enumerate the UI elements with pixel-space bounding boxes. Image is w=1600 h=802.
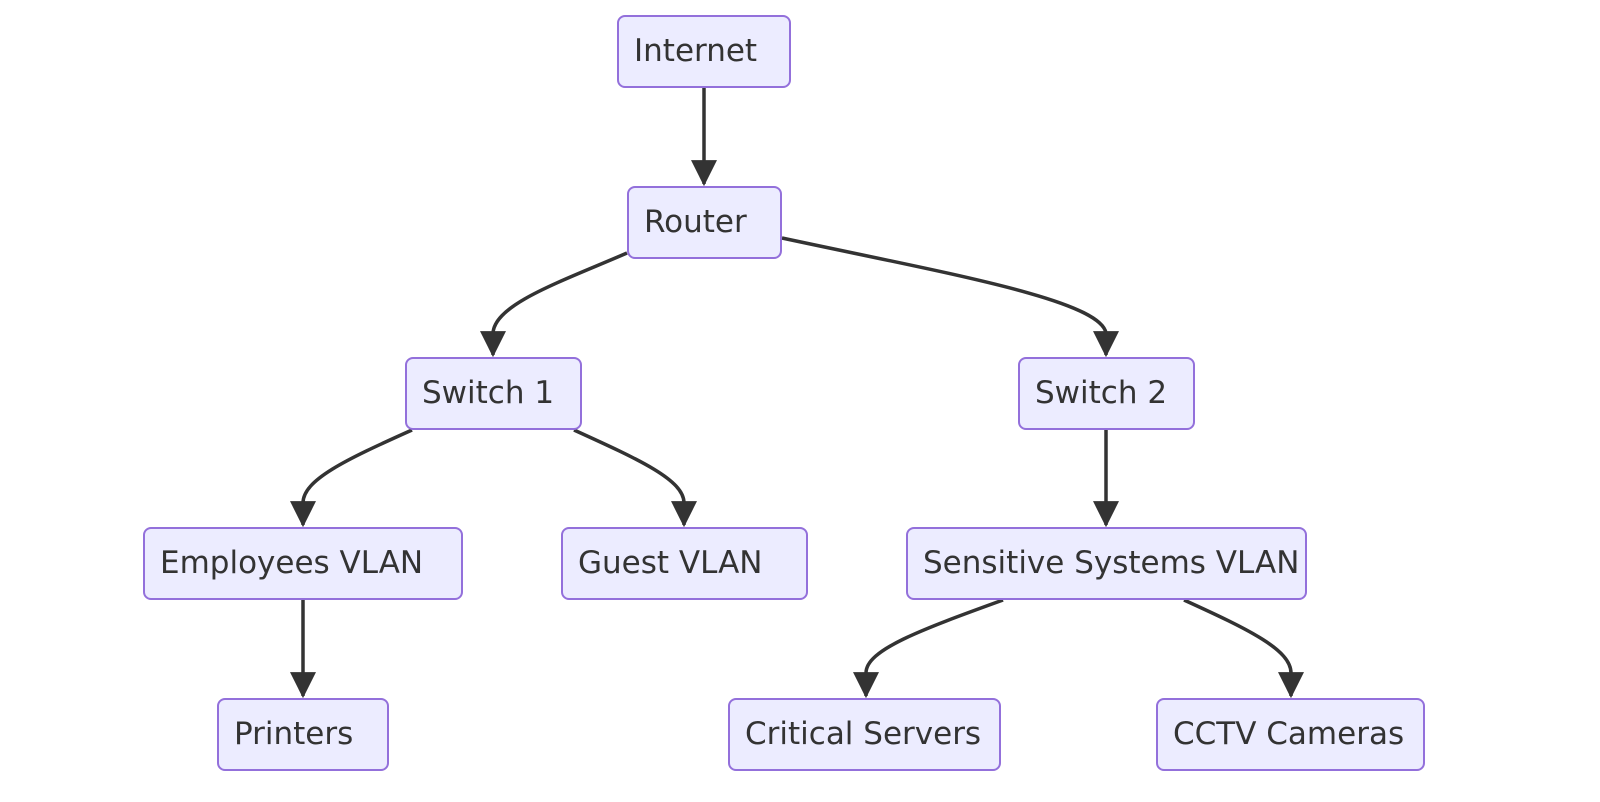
node-label: Internet — [634, 33, 758, 69]
node-label: CCTV Cameras — [1173, 716, 1405, 752]
node-printers[interactable]: Printers — [217, 698, 389, 771]
node-switch1[interactable]: Switch 1 — [405, 357, 582, 430]
diagram-canvas — [290, 88, 1304, 699]
edge-switch1-to-guest-vlan — [573, 428, 697, 528]
node-label: Switch 2 — [1035, 375, 1168, 411]
node-cctv-cameras[interactable]: CCTV Cameras — [1156, 698, 1425, 771]
node-label: Switch 1 — [422, 375, 555, 411]
node-internet[interactable]: Internet — [617, 15, 791, 88]
edge-router-to-switch1 — [480, 251, 628, 358]
node-label: Router — [644, 204, 747, 240]
node-employees-vlan[interactable]: Employees VLAN — [143, 527, 463, 600]
node-label: Printers — [234, 716, 354, 752]
edge-router-to-switch2 — [781, 236, 1119, 358]
edge-sensitive-vlan-to-cctv-cameras — [1183, 598, 1304, 699]
edge-switch1-to-employees-vlan — [290, 428, 413, 528]
node-label: Critical Servers — [745, 716, 982, 752]
node-critical-servers[interactable]: Critical Servers — [728, 698, 1001, 771]
node-sensitive-vlan[interactable]: Sensitive Systems VLAN — [906, 527, 1307, 600]
node-label: Sensitive Systems VLAN — [923, 545, 1300, 581]
node-label: Employees VLAN — [160, 545, 424, 581]
node-guest-vlan[interactable]: Guest VLAN — [561, 527, 808, 600]
node-label: Guest VLAN — [578, 545, 763, 581]
edge-sensitive-vlan-to-critical-servers — [853, 598, 1004, 699]
node-switch2[interactable]: Switch 2 — [1018, 357, 1195, 430]
node-router[interactable]: Router — [627, 186, 782, 259]
